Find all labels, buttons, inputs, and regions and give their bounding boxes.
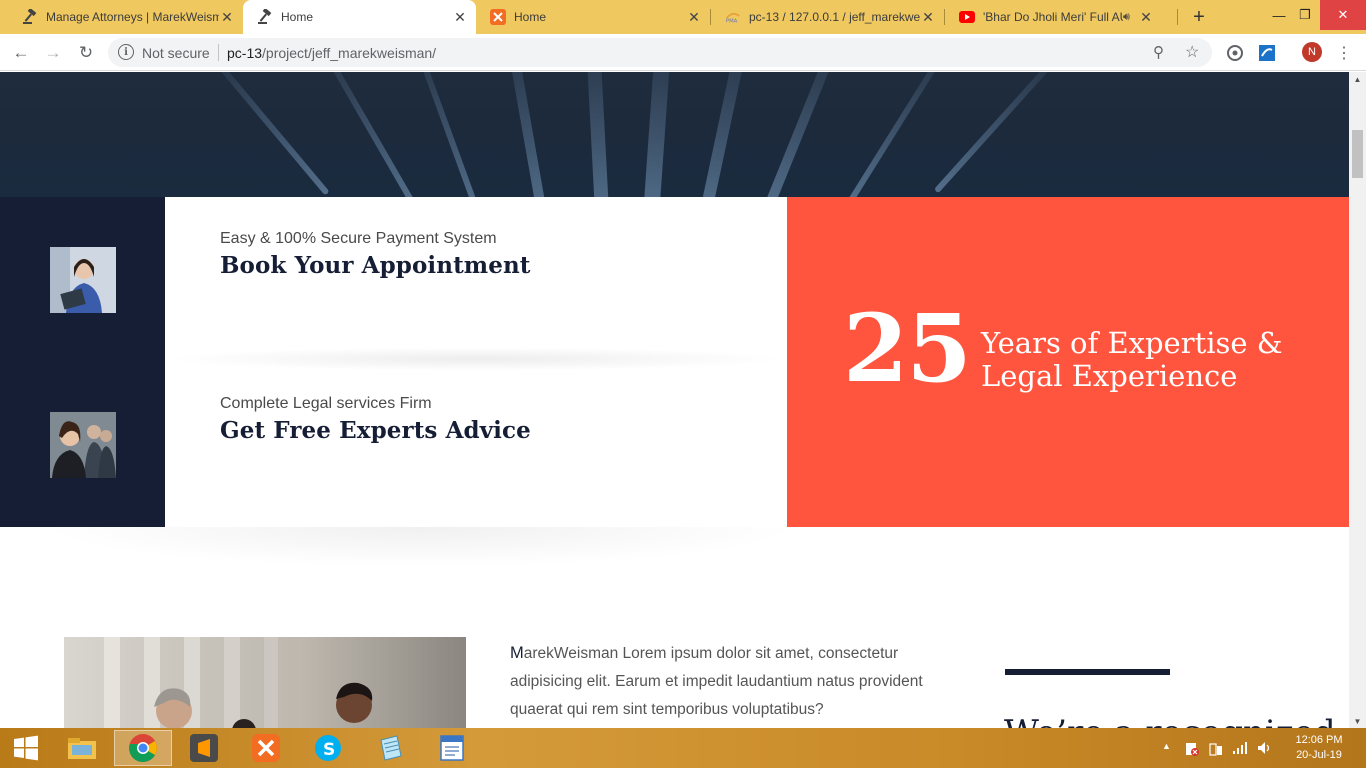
tab-title: Home [514, 10, 547, 24]
windows-taskbar: S ▲ 12:06 PM 20-Jul-19 [0, 728, 1366, 768]
omnibox-divider [218, 44, 219, 61]
gavel-icon [22, 9, 38, 25]
file-explorer-icon[interactable] [53, 730, 111, 766]
team-photo [64, 637, 466, 728]
show-hidden-icons-icon[interactable]: ▲ [1162, 741, 1171, 751]
skype-icon[interactable]: S [299, 730, 357, 766]
forward-arrow-icon[interactable]: → [42, 42, 64, 64]
attorneys-group-avatar [50, 412, 116, 478]
profile-avatar[interactable]: N [1302, 42, 1322, 62]
security-status: Not secure [142, 45, 210, 61]
speaker-icon[interactable]: 🔊︎ [1123, 11, 1130, 24]
tab-separator [1177, 9, 1178, 25]
feature-text-column: Easy & 100% Secure Payment System Book Y… [165, 197, 787, 527]
feature-title-link[interactable]: Book Your Appointment [220, 252, 531, 279]
svg-text:S: S [323, 740, 335, 760]
close-icon[interactable]: ✕ [686, 9, 702, 26]
reload-icon[interactable]: ↻ [75, 42, 97, 64]
features-section: Easy & 100% Secure Payment System Book Y… [0, 197, 1349, 527]
close-icon[interactable]: ✕ [1138, 9, 1154, 26]
scroll-down-icon[interactable]: ▼ [1349, 714, 1366, 728]
power-icon[interactable] [1209, 741, 1223, 760]
tab-title: Manage Attorneys | MarekWeisman [46, 10, 219, 24]
heading-accent-rule [1005, 669, 1170, 675]
about-body: arekWeisman Lorem ipsum dolor sit amet, … [510, 645, 923, 718]
info-icon[interactable]: i [118, 44, 134, 60]
tab-home-xampp[interactable]: Home ✕ [476, 0, 710, 34]
experience-panel: 25 Years of Expertise & Legal Experience [787, 197, 1349, 527]
feature-title-link[interactable]: Get Free Experts Advice [220, 417, 531, 444]
about-paragraph: MarekWeisman Lorem ipsum dolor sit amet,… [510, 639, 930, 724]
youtube-icon [959, 9, 975, 25]
feature-avatar-column [0, 197, 165, 527]
screen-capture-extension-icon[interactable] [1256, 42, 1278, 64]
close-icon[interactable]: ✕ [452, 9, 468, 26]
xampp-icon [490, 9, 506, 25]
feature-subtitle: Complete Legal services Firm [220, 395, 432, 412]
tab-phpmyadmin[interactable]: PMA pc-13 / 127.0.0.1 / jeff_marekweisma… [711, 0, 944, 34]
businesswoman-avatar [50, 247, 116, 313]
close-icon[interactable]: ✕ [219, 9, 235, 26]
tab-home-active[interactable]: Home ✕ [243, 0, 476, 34]
hero-image [0, 72, 1349, 197]
system-clock[interactable]: 12:06 PM 20-Jul-19 [1284, 733, 1354, 763]
about-section: MarekWeisman Lorem ipsum dolor sit amet,… [0, 527, 1349, 728]
phpmyadmin-icon: PMA [725, 9, 741, 25]
section-shadow [40, 527, 800, 567]
sublime-text-icon[interactable] [175, 730, 233, 766]
back-arrow-icon[interactable]: ← [10, 42, 32, 64]
about-heading: We’re a recognized [1004, 713, 1336, 728]
volume-icon[interactable] [1257, 741, 1273, 758]
start-button[interactable] [0, 730, 52, 766]
new-tab-button[interactable]: + [1188, 6, 1210, 28]
clock-date: 20-Jul-19 [1296, 749, 1342, 761]
tab-manage-attorneys[interactable]: Manage Attorneys | MarekWeisman ✕ [8, 0, 243, 34]
feature-subtitle: Easy & 100% Secure Payment System [220, 230, 497, 247]
menu-kebab-icon[interactable]: ⋮ [1333, 42, 1355, 64]
scroll-up-icon[interactable]: ▲ [1349, 72, 1366, 86]
browser-toolbar: ← → ↻ i Not secure pc-13/project/jeff_ma… [0, 34, 1366, 71]
url-path: /project/jeff_marekweisman/ [262, 45, 437, 61]
url-text: pc-13/project/jeff_marekweisman/ [227, 45, 436, 61]
notepad-icon[interactable] [361, 730, 419, 766]
clock-time: 12:06 PM [1295, 734, 1343, 746]
action-center-icon[interactable] [1184, 741, 1200, 760]
window-close-icon[interactable]: ✕ [1320, 0, 1366, 30]
years-caption: Years of Expertise & Legal Experience [981, 326, 1283, 393]
chrome-icon[interactable] [114, 730, 172, 766]
tab-title: pc-13 / 127.0.0.1 / jeff_marekweisman [749, 10, 920, 24]
close-icon[interactable]: ✕ [920, 9, 936, 26]
xampp-icon[interactable] [237, 730, 295, 766]
drop-letter: M [510, 644, 524, 662]
tab-title: Home [281, 10, 314, 24]
page-viewport: Easy & 100% Secure Payment System Book Y… [0, 72, 1349, 728]
gavel-icon [257, 9, 273, 25]
scrollbar-thumb[interactable] [1352, 130, 1363, 178]
tab-strip: Manage Attorneys | MarekWeisman ✕ Home ✕… [0, 0, 1366, 34]
tab-title: 'Bhar Do Jholi Meri' Full AUDIO [983, 10, 1123, 24]
tab-youtube[interactable]: 'Bhar Do Jholi Meri' Full AUDIO 🔊︎ ✕ [945, 0, 1177, 34]
restore-icon[interactable]: ❐ [1288, 0, 1322, 30]
zoom-icon[interactable]: ⚲ [1153, 43, 1164, 61]
bookmark-star-icon[interactable]: ☆ [1185, 42, 1199, 62]
extension-icon[interactable] [1224, 42, 1246, 64]
url-host: pc-13 [227, 45, 263, 61]
feature-divider-shadow [165, 347, 787, 371]
wordpad-icon[interactable] [423, 730, 481, 766]
network-signal-icon[interactable] [1232, 741, 1248, 758]
address-bar[interactable]: i Not secure pc-13/project/jeff_marekwei… [108, 38, 1212, 67]
years-number: 25 [843, 294, 972, 404]
page-scrollbar[interactable]: ▲ ▼ [1349, 72, 1366, 728]
svg-text:PMA: PMA [726, 18, 738, 24]
